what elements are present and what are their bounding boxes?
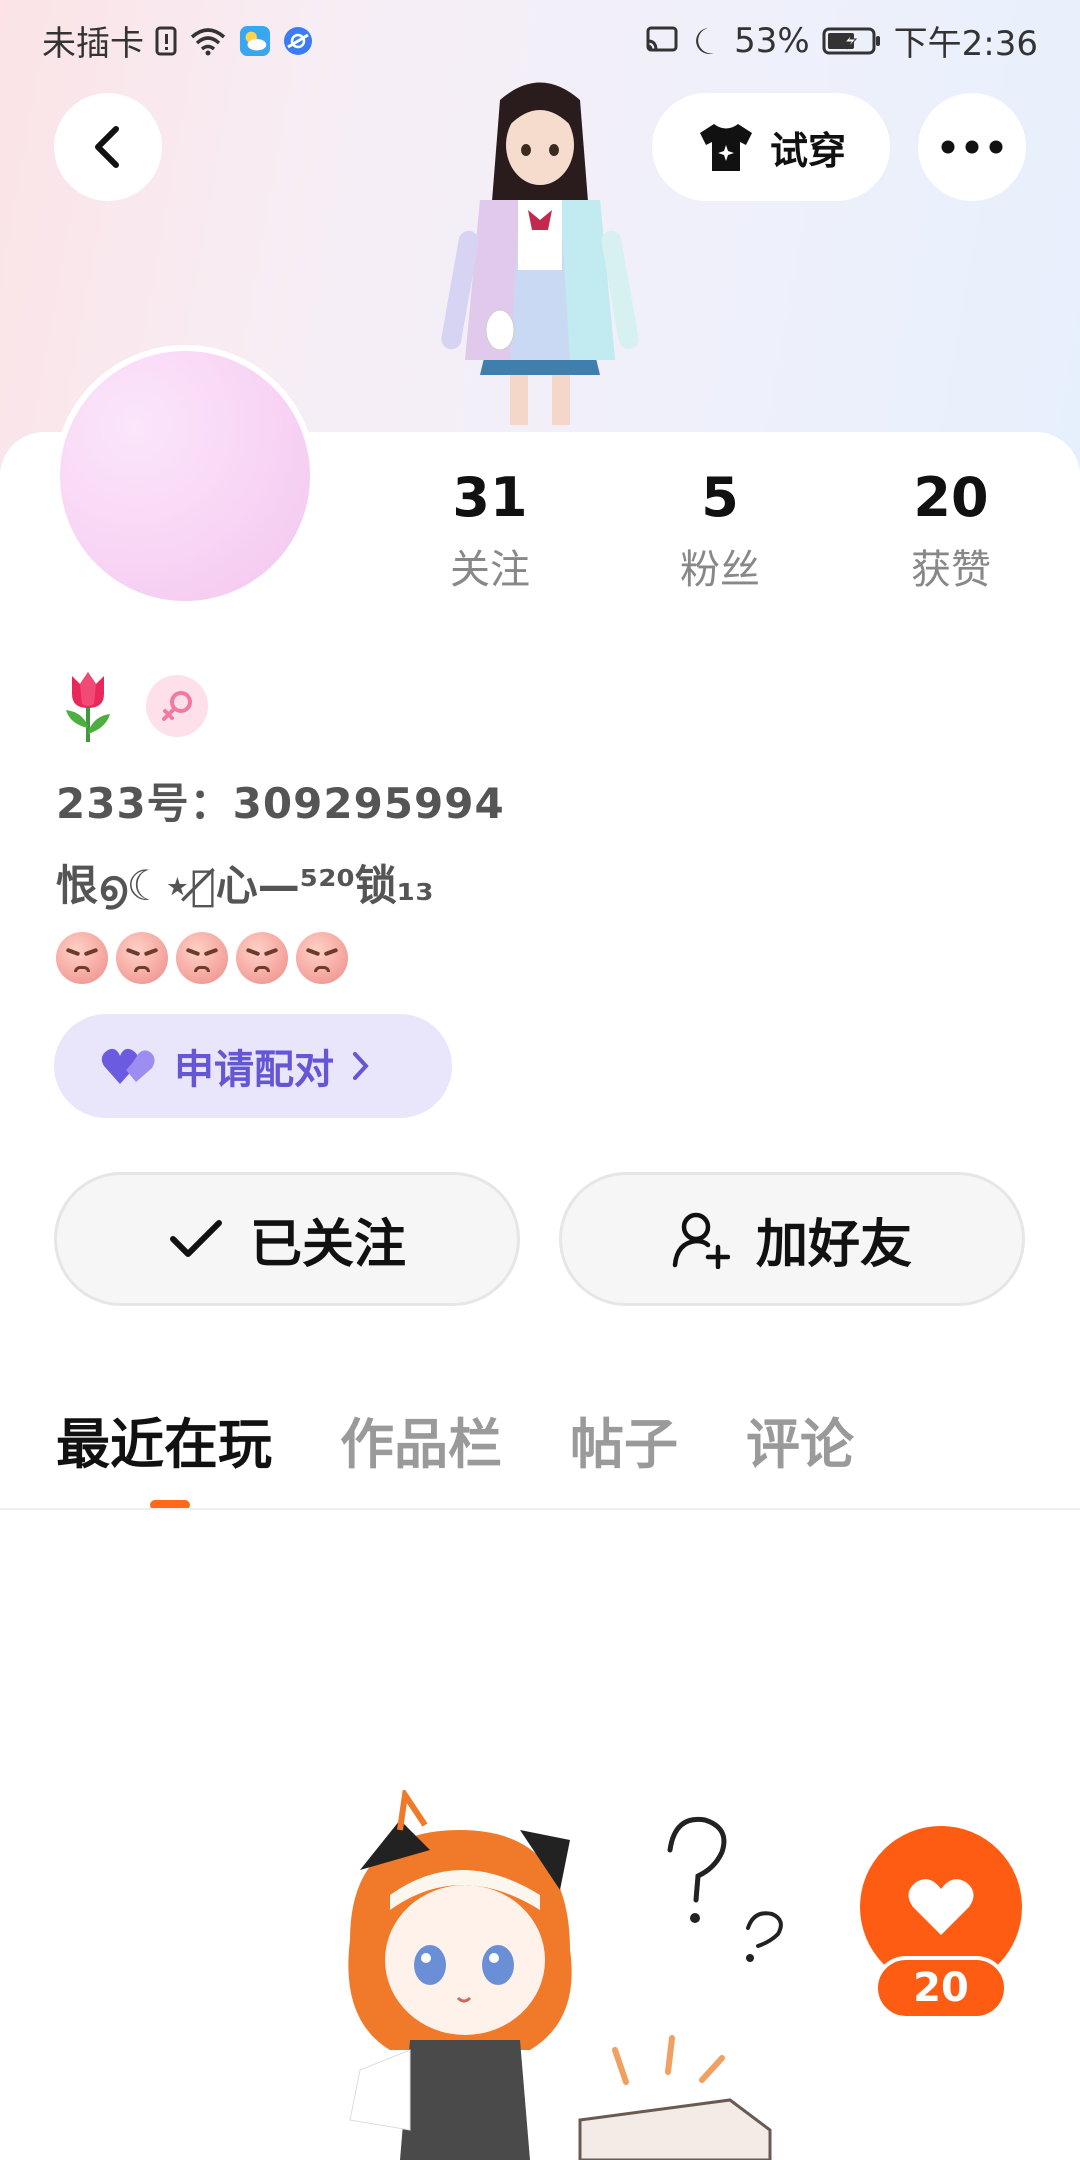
add-user-icon xyxy=(672,1212,730,1269)
profile-tabs: 最近在玩 作品栏 帖子 评论 xyxy=(56,1400,854,1479)
stat-following-value: 31 xyxy=(452,466,528,529)
tab-comments[interactable]: 评论 xyxy=(746,1400,854,1479)
tab-works[interactable]: 作品栏 xyxy=(340,1400,502,1479)
stat-following[interactable]: 31 关注 xyxy=(410,465,570,595)
angry-face-icon xyxy=(296,932,348,984)
stat-followers-label: 粉丝 xyxy=(680,547,760,593)
stat-likes[interactable]: 20 获赞 xyxy=(871,465,1031,595)
user-id: 233号：309295994 xyxy=(56,779,505,828)
tab-posts[interactable]: 帖子 xyxy=(570,1400,678,1479)
browser-app-icon xyxy=(284,26,312,55)
stat-following-label: 关注 xyxy=(450,547,530,593)
user-signature: 恨൭☾⋆封̸心—⁵²⁰锁₁₃ xyxy=(56,861,434,910)
angry-emoji-row xyxy=(56,932,348,984)
angry-face-icon xyxy=(176,932,228,984)
wifi-icon xyxy=(190,27,226,55)
try-on-button[interactable]: 试穿 xyxy=(652,93,890,201)
female-symbol-icon xyxy=(162,691,192,721)
profile-avatar[interactable] xyxy=(54,345,316,607)
angry-face-icon xyxy=(116,932,168,984)
chevron-right-icon xyxy=(353,1052,369,1080)
followed-button[interactable]: 已关注 xyxy=(54,1172,520,1306)
badge-row xyxy=(58,668,208,744)
add-friend-button[interactable]: 加好友 xyxy=(559,1172,1025,1306)
avatar-character-figure xyxy=(410,70,670,430)
female-gender-badge xyxy=(146,675,208,737)
battery-charging-icon xyxy=(822,27,880,54)
status-bar: 未插卡 53% 下午2:36 xyxy=(0,0,1080,76)
cast-icon xyxy=(646,26,678,51)
more-button[interactable] xyxy=(918,93,1026,201)
stat-followers[interactable]: 5 粉丝 xyxy=(640,465,800,595)
tshirt-icon xyxy=(699,124,752,171)
tulip-icon xyxy=(66,672,110,742)
moon-icon xyxy=(696,27,715,54)
angry-face-icon xyxy=(56,932,108,984)
stat-likes-value: 20 xyxy=(913,466,989,529)
add-friend-label: 加好友 xyxy=(755,1214,912,1275)
like-count-badge: 20 xyxy=(874,1956,1008,2020)
status-left: 未插卡 xyxy=(42,16,314,65)
clock-time: 下午2:36 xyxy=(893,24,1038,64)
more-icon xyxy=(941,140,1003,154)
heart-icon xyxy=(908,1879,974,1935)
back-button[interactable] xyxy=(54,93,162,201)
tab-recently-played[interactable]: 最近在玩 xyxy=(56,1400,272,1479)
stat-followers-value: 5 xyxy=(701,466,739,529)
battery-percent: 53% xyxy=(734,20,810,61)
try-on-label: 试穿 xyxy=(769,128,846,173)
like-floating-button[interactable]: 20 xyxy=(860,1826,1022,2026)
tab-divider xyxy=(0,1508,1080,1510)
carrier-text: 未插卡 xyxy=(42,24,144,64)
status-right: 53% 下午2:36 xyxy=(644,16,1038,65)
request-pair-button[interactable]: 申请配对 xyxy=(54,1014,452,1118)
checkmark-icon xyxy=(169,1220,222,1257)
back-arrow-icon xyxy=(95,126,119,168)
angry-face-icon xyxy=(236,932,288,984)
weather-app-icon xyxy=(239,25,271,56)
request-pair-label: 申请配对 xyxy=(174,1047,334,1093)
sim-alert-icon xyxy=(155,26,177,55)
double-heart-icon xyxy=(101,1048,155,1084)
followed-label: 已关注 xyxy=(249,1214,406,1275)
stat-likes-label: 获赞 xyxy=(911,547,991,593)
empty-state-mascot-illustration xyxy=(330,1786,790,2160)
